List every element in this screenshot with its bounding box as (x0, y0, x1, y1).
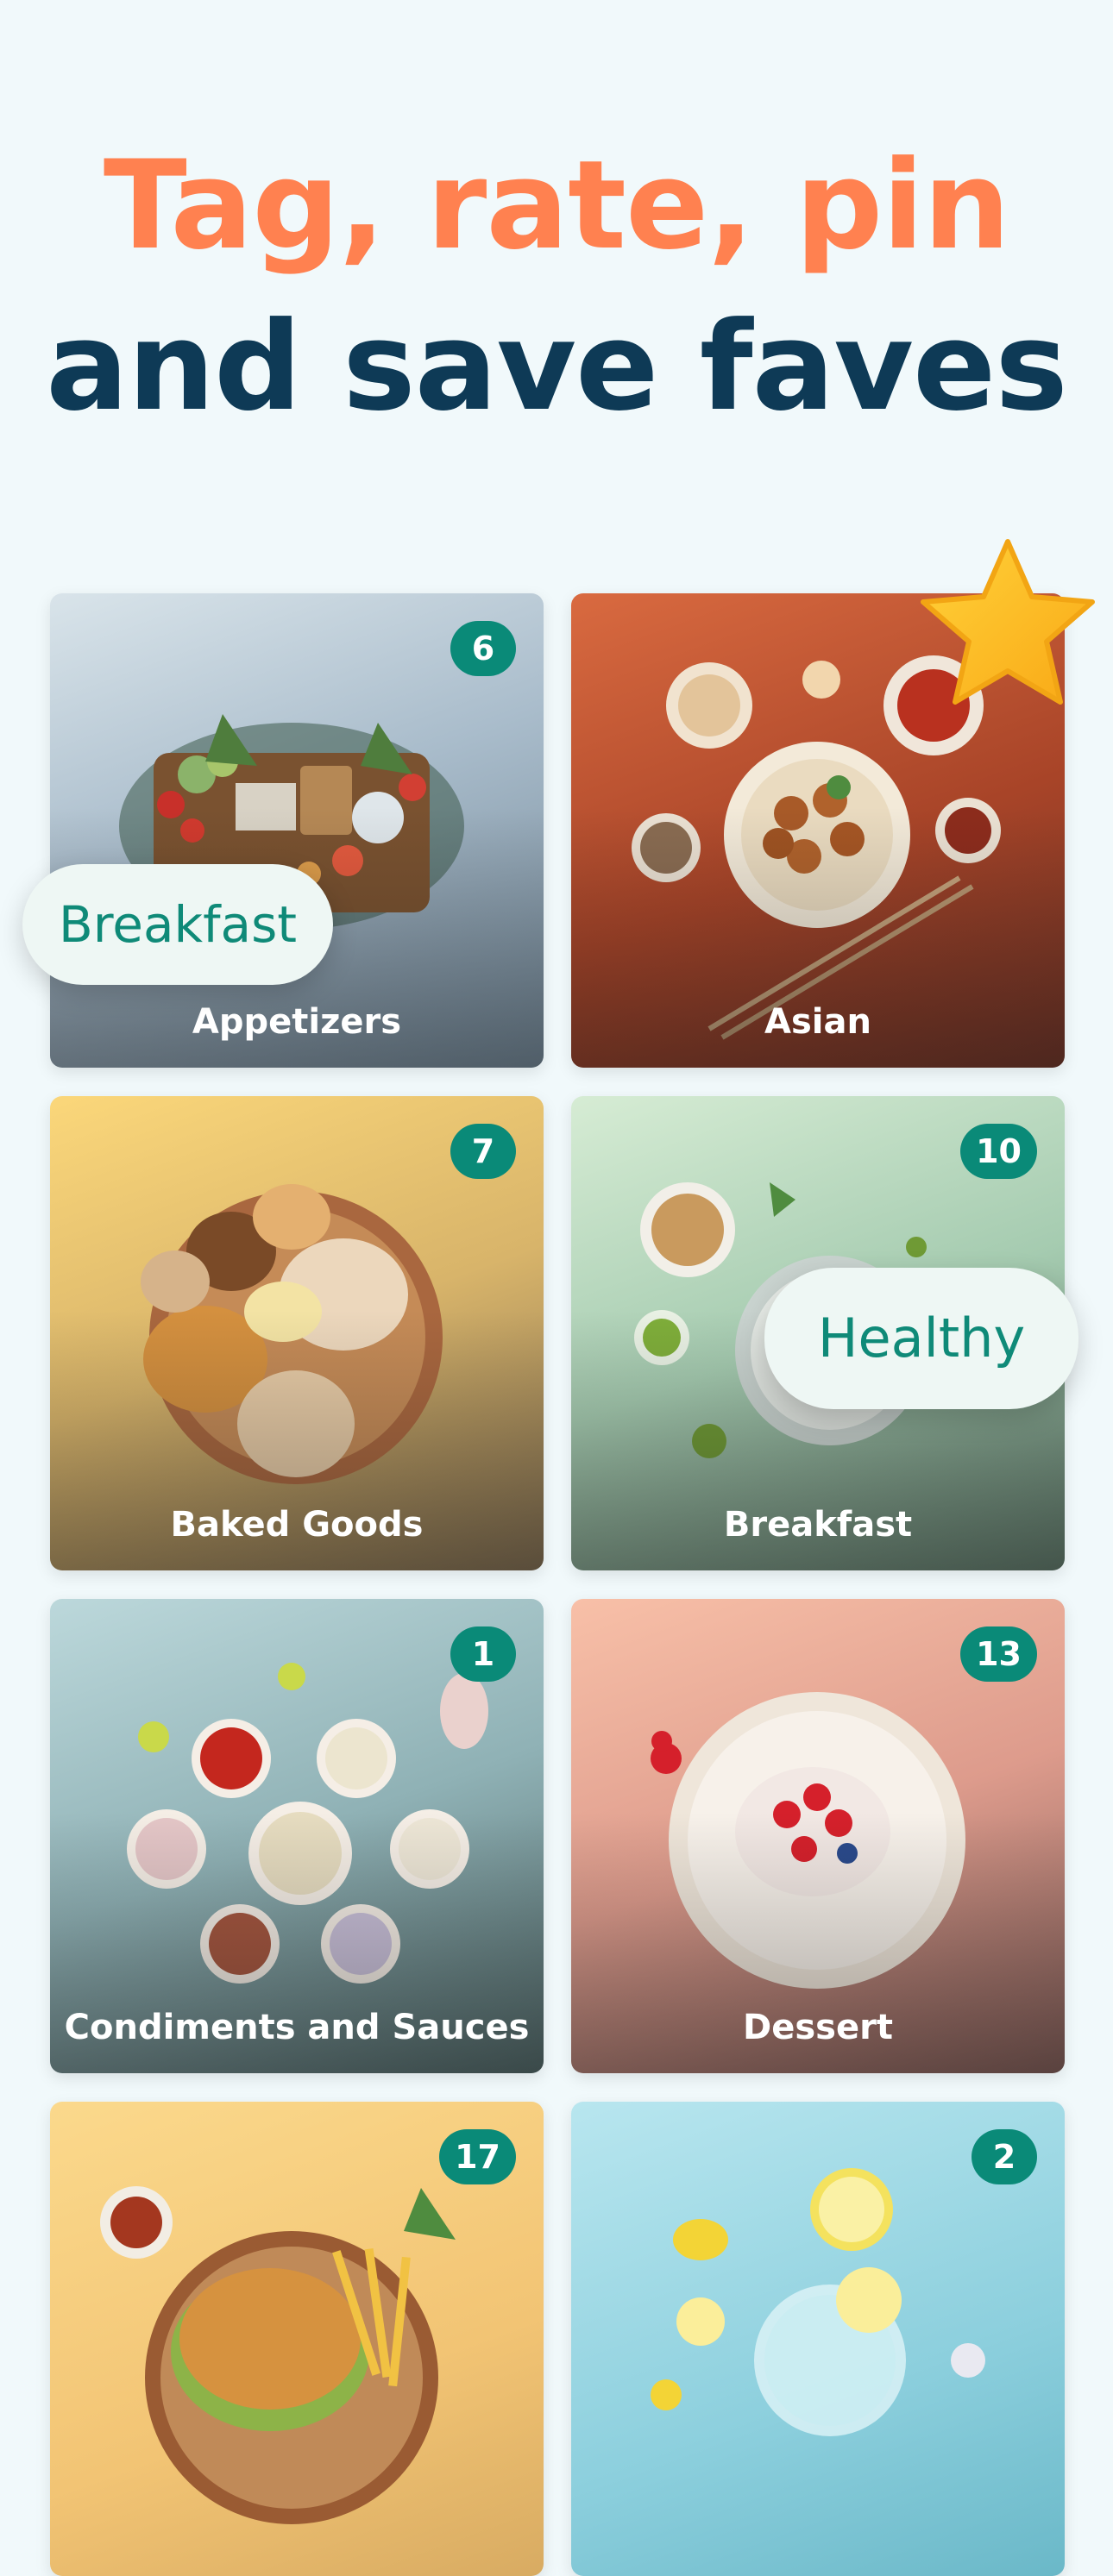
category-label: Appetizers (192, 1002, 402, 1042)
category-card-burgers[interactable]: 17 (50, 2102, 544, 2576)
recipe-count-badge: 10 (960, 1124, 1037, 1179)
category-label: Asian (764, 1002, 871, 1042)
category-label: Breakfast (723, 1505, 913, 1545)
headline-line-1: Tag, rate, pin (103, 135, 1010, 277)
headline-line-2: and save faves (46, 296, 1068, 438)
recipe-count-badge: 1 (450, 1626, 516, 1682)
category-card-drinks[interactable]: 2 (571, 2102, 1065, 2576)
recipe-count-badge: 7 (450, 1124, 516, 1179)
category-label: Baked Goods (170, 1505, 424, 1545)
category-label: Dessert (743, 2008, 893, 2047)
tag-pill-healthy[interactable]: Healthy (764, 1268, 1078, 1409)
recipe-count-badge: 17 (439, 2129, 516, 2184)
recipe-count-badge: 13 (960, 1626, 1037, 1682)
category-card-baked-goods[interactable]: 7 Baked Goods (50, 1096, 544, 1570)
category-label: Condiments and Sauces (64, 2008, 530, 2047)
recipe-count-badge: 2 (972, 2129, 1037, 2184)
recipe-count-badge: 6 (450, 621, 516, 676)
category-card-condiments-and-sauces[interactable]: 1 Condiments and Sauces (50, 1599, 544, 2073)
star-icon[interactable] (916, 536, 1099, 716)
tag-pill-breakfast[interactable]: Breakfast (22, 864, 333, 985)
category-card-appetizers[interactable]: 6 Appetizers (50, 593, 544, 1068)
category-card-dessert[interactable]: 13 Dessert (571, 1599, 1065, 2073)
